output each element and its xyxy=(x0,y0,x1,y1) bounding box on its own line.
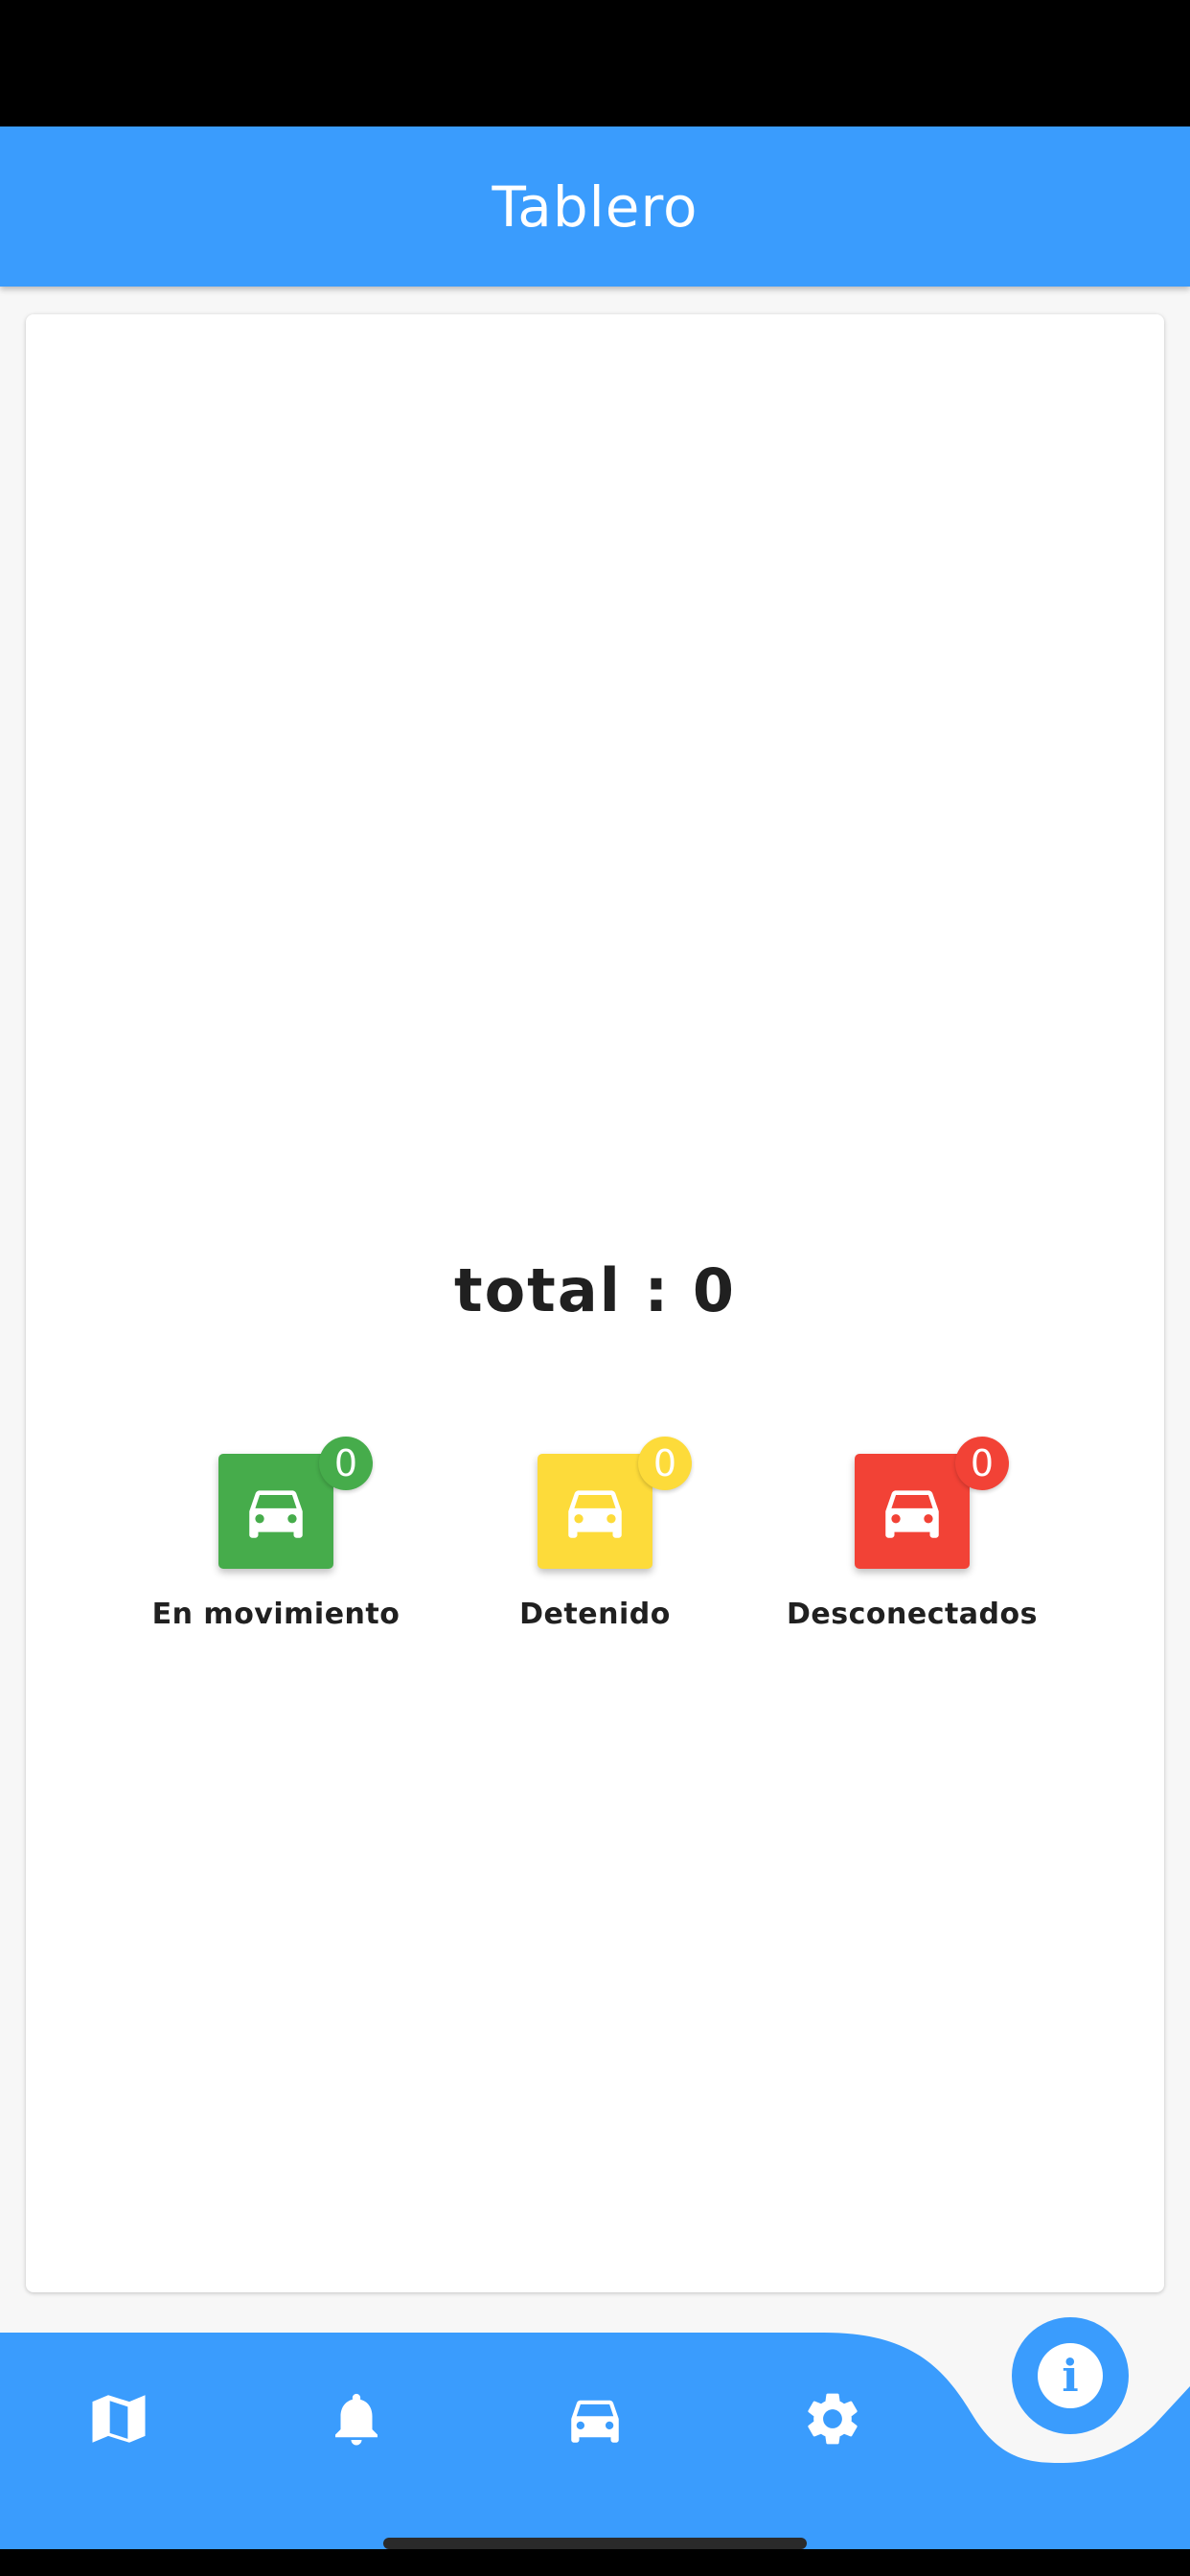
bottom-system-strip xyxy=(0,2549,1190,2576)
car-icon xyxy=(249,1490,303,1538)
nav-settings[interactable] xyxy=(794,2380,871,2457)
stopped-count-badge: 0 xyxy=(638,1437,692,1490)
map-icon xyxy=(92,2395,146,2443)
moving-label: En movimiento xyxy=(151,1598,400,1631)
nav-map[interactable] xyxy=(80,2380,157,2457)
disconnected-count-badge: 0 xyxy=(955,1437,1009,1490)
moving-count-badge: 0 xyxy=(319,1437,373,1490)
home-indicator[interactable] xyxy=(383,2538,807,2549)
page-title: Tablero xyxy=(492,173,698,240)
disconnected-tile[interactable] xyxy=(855,1454,970,1569)
nav-vehicles[interactable] xyxy=(557,2380,633,2457)
car-icon xyxy=(568,1490,622,1538)
stopped-tile[interactable] xyxy=(538,1454,652,1569)
disconnected-label: Desconectados xyxy=(786,1598,1038,1631)
moving-tile[interactable] xyxy=(218,1454,333,1569)
stopped-label: Detenido xyxy=(519,1598,671,1631)
car-icon xyxy=(885,1490,939,1538)
gear-icon xyxy=(808,2393,858,2445)
status-bar xyxy=(0,0,1190,126)
info-fab[interactable]: i xyxy=(1012,2317,1129,2434)
bell-icon xyxy=(335,2393,378,2446)
nav-notifications[interactable] xyxy=(318,2380,395,2457)
car-icon xyxy=(571,2400,619,2443)
info-icon: i xyxy=(1038,2343,1103,2408)
total-count: total : 0 xyxy=(453,1255,737,1325)
app-bar: Tablero xyxy=(0,126,1190,287)
